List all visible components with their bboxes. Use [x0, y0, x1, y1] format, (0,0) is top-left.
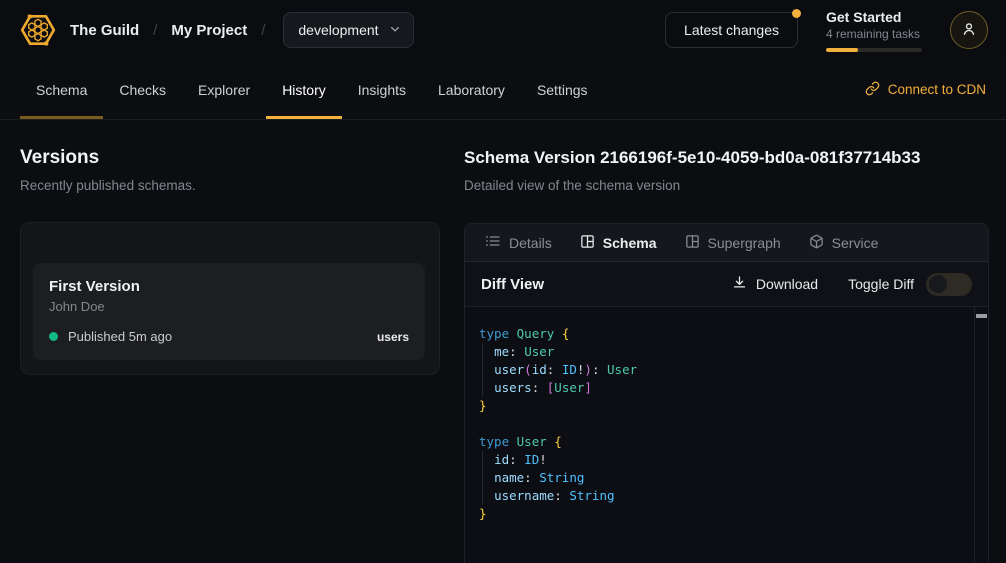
version-detail-subtitle: Detailed view of the schema version [464, 177, 989, 194]
list-icon [485, 233, 501, 252]
schema-code-viewer: type Query { me: User user(id: ID!): Use… [465, 307, 988, 563]
schema-view-panel: Details Schema [464, 223, 989, 563]
toggle-diff-label: Toggle Diff [848, 276, 914, 292]
breadcrumb-org[interactable]: The Guild [70, 22, 139, 39]
version-name: First Version [49, 277, 409, 296]
get-started-subtitle: 4 remaining tasks [826, 27, 922, 42]
versions-list: First Version John Doe Published 5m ago … [20, 222, 440, 375]
diff-view-title: Diff View [481, 276, 544, 293]
nav-tab-schema[interactable]: Schema [20, 60, 103, 119]
layout-columns-icon [685, 234, 700, 252]
latest-changes-button[interactable]: Latest changes [665, 12, 798, 48]
version-list-item[interactable]: First Version John Doe Published 5m ago … [33, 263, 425, 360]
versions-title: Versions [20, 146, 440, 170]
main-nav: Schema Checks Explorer History Insights … [0, 60, 1006, 120]
app-window: The Guild / My Project / development Lat… [0, 0, 1006, 563]
person-icon [960, 20, 978, 41]
get-started-progressbar [826, 48, 922, 52]
main-content: Versions Recently published schemas. Fir… [0, 120, 1006, 563]
environment-select[interactable]: development [283, 12, 413, 48]
tab-service[interactable]: Service [795, 224, 893, 261]
nav-tab-explorer[interactable]: Explorer [182, 60, 266, 119]
versions-panel: Versions Recently published schemas. Fir… [20, 146, 440, 563]
hive-logo-icon[interactable] [18, 10, 58, 50]
tab-supergraph[interactable]: Supergraph [671, 224, 795, 261]
environment-select-value: development [298, 22, 378, 38]
nav-tab-history[interactable]: History [266, 60, 342, 119]
version-detail-title: Schema Version 2166196f-5e10-4059-bd0a-0… [464, 146, 989, 170]
published-status-dot [49, 332, 58, 341]
user-avatar-button[interactable] [950, 11, 988, 49]
nav-tab-checks[interactable]: Checks [103, 60, 182, 119]
diff-view-toolbar: Diff View Download Toggle Diff [465, 262, 988, 307]
header-actions: Latest changes Get Started 4 remaining t… [665, 9, 988, 52]
breadcrumb: The Guild / My Project / development [70, 12, 414, 48]
nav-tab-settings[interactable]: Settings [521, 60, 604, 119]
scrollbar-thumb[interactable] [976, 314, 987, 318]
breadcrumb-project[interactable]: My Project [171, 22, 247, 39]
versions-subtitle: Recently published schemas. [20, 177, 440, 194]
schema-view-tabs: Details Schema [465, 224, 988, 262]
toggle-diff-switch[interactable] [926, 273, 972, 296]
version-status: Published 5m ago [68, 329, 172, 344]
breadcrumb-separator: / [153, 22, 157, 39]
get-started-progress-fill [826, 48, 858, 52]
link-icon [865, 81, 880, 99]
version-author: John Doe [49, 299, 409, 314]
top-header: The Guild / My Project / development Lat… [0, 0, 1006, 60]
service-badge: users [377, 330, 409, 344]
latest-changes-label: Latest changes [684, 22, 779, 38]
nav-tab-laboratory[interactable]: Laboratory [422, 60, 521, 119]
tab-schema[interactable]: Schema [566, 224, 671, 261]
nav-tabs: Schema Checks Explorer History Insights … [20, 60, 604, 119]
code-scrollbar[interactable] [974, 307, 988, 563]
layout-columns-icon [580, 234, 595, 252]
switch-knob [929, 275, 947, 293]
tab-details[interactable]: Details [471, 224, 566, 261]
download-icon [732, 275, 747, 293]
download-button[interactable]: Download [732, 275, 818, 293]
cube-icon [809, 234, 824, 252]
code-block[interactable]: type Query { me: User user(id: ID!): Use… [465, 307, 974, 563]
connect-to-cdn-link[interactable]: Connect to CDN [865, 81, 986, 99]
nav-tab-insights[interactable]: Insights [342, 60, 422, 119]
get-started-widget[interactable]: Get Started 4 remaining tasks [826, 9, 922, 52]
get-started-title: Get Started [826, 9, 922, 26]
breadcrumb-separator: / [261, 22, 265, 39]
version-detail-panel: Schema Version 2166196f-5e10-4059-bd0a-0… [464, 146, 989, 563]
chevron-down-icon [389, 22, 401, 38]
notification-dot [792, 9, 801, 18]
